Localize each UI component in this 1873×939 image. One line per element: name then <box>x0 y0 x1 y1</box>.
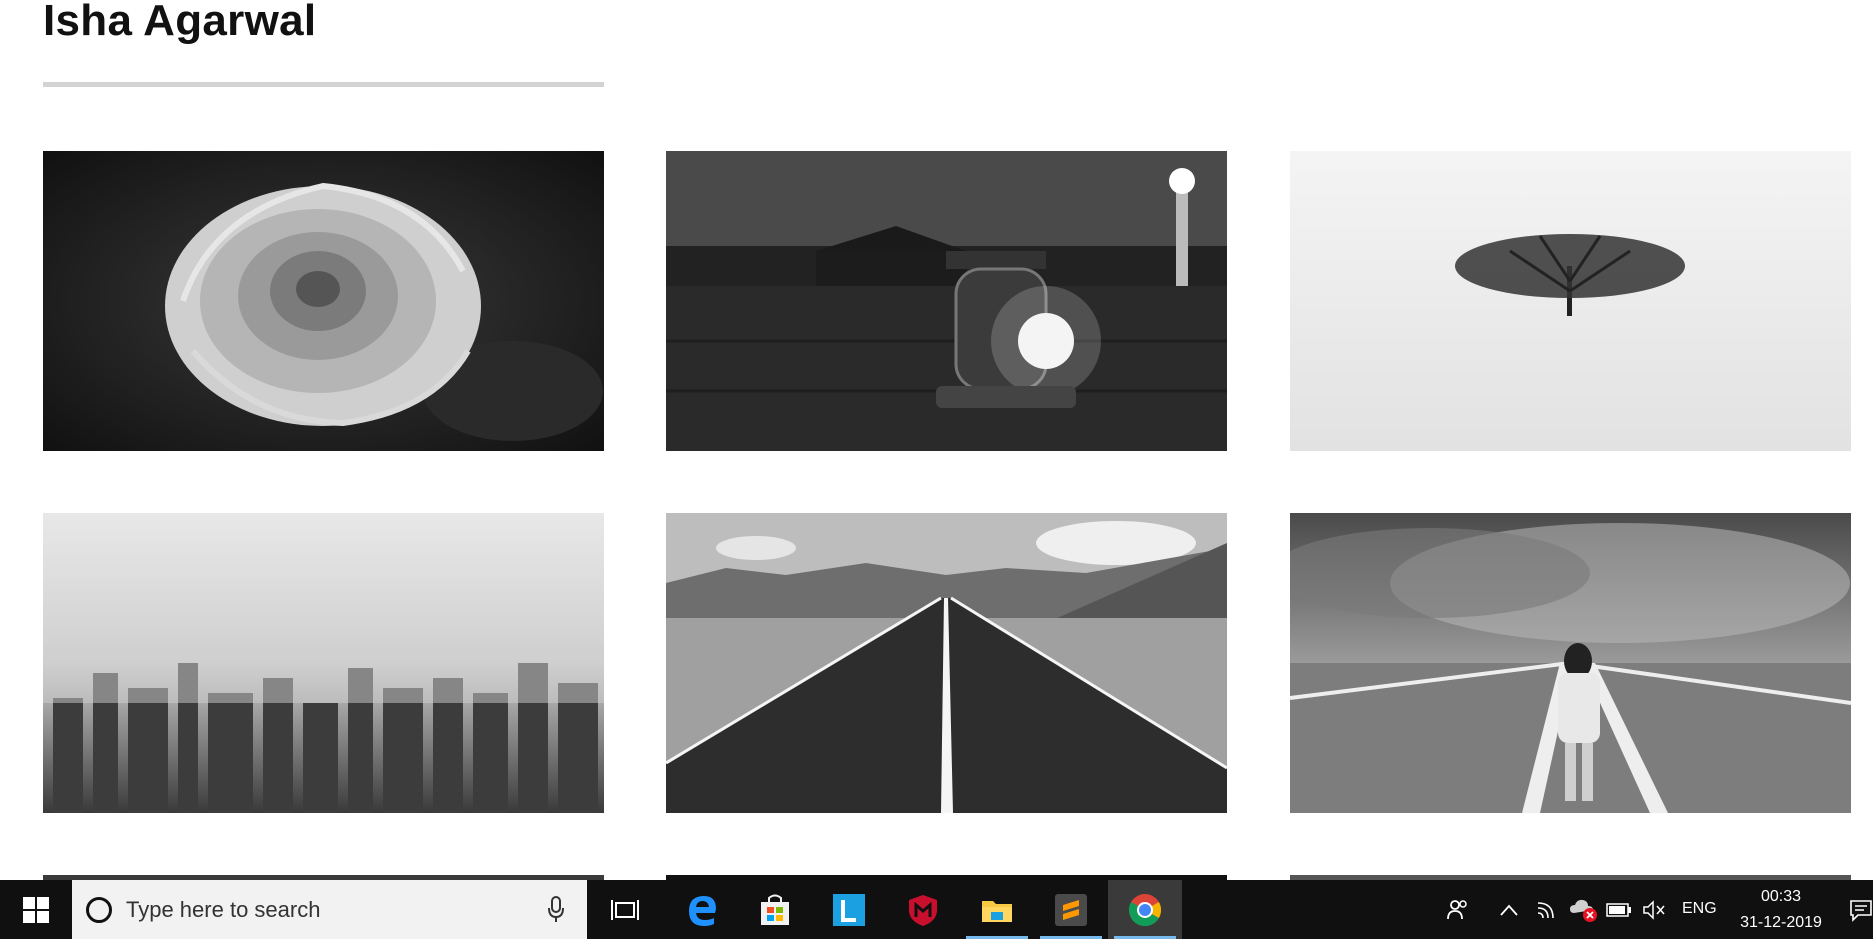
mcafee-shield-icon <box>909 894 937 926</box>
sublime-text-icon <box>1055 893 1087 926</box>
store-icon <box>761 894 789 925</box>
title-underline <box>43 82 604 87</box>
task-view-button[interactable] <box>588 880 662 939</box>
clock-date: 31-12-2019 <box>1740 914 1822 931</box>
folder-icon <box>982 900 1012 922</box>
volume-button[interactable] <box>1638 880 1670 939</box>
gallery-photo-lantern[interactable] <box>666 151 1227 451</box>
taskbar-app-store[interactable] <box>738 880 812 939</box>
cloud-error-icon <box>1570 899 1597 922</box>
taskbar-app-edge[interactable] <box>665 880 739 939</box>
clock-time: 00:33 <box>1760 888 1802 905</box>
gallery-photo-woman-on-road[interactable] <box>1290 513 1851 813</box>
wifi-icon <box>1537 901 1554 918</box>
taskbar-app-l[interactable] <box>812 880 886 939</box>
people-icon <box>1447 899 1467 919</box>
windows-logo-icon <box>23 896 49 923</box>
chrome-icon <box>1128 893 1162 926</box>
edge-icon <box>689 895 716 926</box>
taskbar-app-sublime-text[interactable] <box>1034 880 1108 939</box>
gallery-photo-misty-city[interactable] <box>43 513 604 813</box>
volume-muted-icon <box>1643 899 1665 920</box>
taskbar-clock[interactable]: 00:33 31-12-2019 <box>1726 884 1836 936</box>
gallery-photo-lone-tree[interactable] <box>1290 151 1851 451</box>
start-button[interactable] <box>0 880 72 939</box>
taskbar-app-mcafee[interactable] <box>886 880 960 939</box>
task-view-icon <box>611 899 639 920</box>
onedrive-error-button[interactable] <box>1566 880 1602 939</box>
taskbar-app-file-explorer[interactable] <box>960 880 1034 939</box>
taskbar-app-chrome[interactable] <box>1108 880 1182 939</box>
l-app-icon <box>833 893 865 926</box>
action-center-button[interactable] <box>1848 880 1873 939</box>
battery-button[interactable] <box>1604 880 1634 939</box>
taskbar: Type here to search ENG 00:33 31-12-2019 <box>0 880 1873 939</box>
taskbar-search-box[interactable]: Type here to search <box>72 880 587 939</box>
gallery-photo-desert-road[interactable] <box>666 513 1227 813</box>
microphone-icon[interactable] <box>547 896 565 924</box>
portfolio-page: Isha Agarwal <box>0 0 1873 880</box>
search-placeholder: Type here to search <box>126 896 321 922</box>
people-button[interactable] <box>1440 880 1474 939</box>
page-title: Isha Agarwal <box>43 0 317 45</box>
notification-icon <box>1849 899 1872 922</box>
gallery-photo-rose[interactable] <box>43 151 604 451</box>
input-language-indicator[interactable]: ENG <box>1682 900 1717 918</box>
chevron-up-icon <box>1500 904 1518 916</box>
show-hidden-icons-button[interactable] <box>1494 880 1524 939</box>
cortana-icon[interactable] <box>86 896 112 923</box>
network-button[interactable] <box>1532 880 1564 939</box>
battery-icon <box>1606 902 1631 917</box>
